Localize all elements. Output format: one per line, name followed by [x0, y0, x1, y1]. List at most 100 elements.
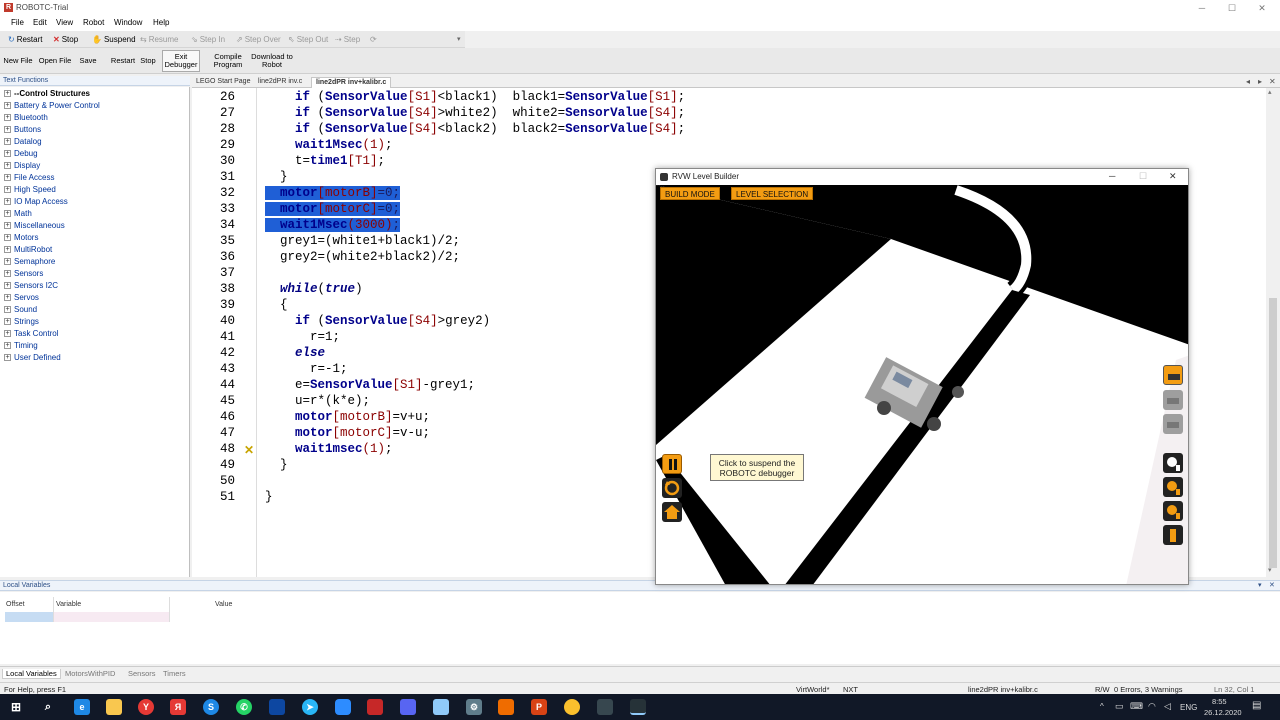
- tab-lego-start-page[interactable]: LEGO Start Page: [192, 77, 254, 88]
- code-line[interactable]: u=r*(k*e);: [265, 394, 370, 408]
- refresh-icon[interactable]: ⟳: [370, 35, 377, 44]
- tree-item[interactable]: + File Access: [4, 173, 54, 182]
- expand-icon[interactable]: +: [4, 282, 11, 289]
- menu-edit[interactable]: Edit: [33, 18, 47, 27]
- code-line[interactable]: else: [265, 346, 325, 360]
- tab-scroll-left-icon[interactable]: ◂: [1246, 77, 1250, 86]
- code-line[interactable]: if (SensorValue[S4]>white2) white2=Senso…: [265, 106, 685, 120]
- expand-icon[interactable]: +: [4, 90, 11, 97]
- open-file-button[interactable]: Open File: [37, 56, 73, 66]
- code-line[interactable]: while(true): [265, 282, 363, 296]
- camera-3-button[interactable]: [1163, 501, 1183, 521]
- code-line[interactable]: r=-1;: [265, 362, 348, 376]
- code-line[interactable]: wait1Msec(1);: [265, 138, 393, 152]
- expand-icon[interactable]: +: [4, 234, 11, 241]
- notification-icon[interactable]: ▤: [1252, 700, 1261, 711]
- tree-item[interactable]: + Timing: [4, 341, 38, 350]
- save-button[interactable]: Save: [76, 56, 100, 66]
- expand-icon[interactable]: +: [4, 102, 11, 109]
- show-button[interactable]: [1163, 365, 1183, 385]
- step-button[interactable]: ⇢ Step: [335, 35, 360, 44]
- level-selection-button[interactable]: LEVEL SELECTION: [731, 187, 814, 200]
- tray-chevron-icon[interactable]: ^: [1100, 702, 1104, 711]
- pause-button[interactable]: [662, 454, 682, 474]
- menu-file[interactable]: File: [11, 18, 24, 27]
- code-line[interactable]: motor[motorB]=v+u;: [265, 410, 430, 424]
- restart-button-main[interactable]: Restart: [109, 56, 137, 66]
- compile-program-button[interactable]: Compile Program: [211, 50, 245, 70]
- tab-motors-with-pid[interactable]: MotorsWithPID: [65, 669, 115, 678]
- table-row[interactable]: [53, 612, 170, 622]
- app-icon-blue[interactable]: [269, 699, 285, 715]
- search-icon[interactable]: ⌕: [40, 699, 56, 715]
- code-line[interactable]: motor[motorB]=0;: [265, 186, 401, 200]
- toolbar-overflow-icon[interactable]: ▾: [457, 35, 461, 43]
- tree-item[interactable]: + Motors: [4, 233, 38, 242]
- column-variable[interactable]: Variable: [56, 601, 81, 608]
- tab-scroll-right-icon[interactable]: ▸: [1258, 77, 1262, 86]
- expand-icon[interactable]: +: [4, 210, 11, 217]
- expand-icon[interactable]: +: [4, 150, 11, 157]
- warning-marker-icon[interactable]: ✕: [244, 443, 254, 457]
- tree-item[interactable]: + Sensors: [4, 269, 43, 278]
- step-over-button[interactable]: ⇗ Step Over: [236, 35, 281, 44]
- table-row-selected[interactable]: [5, 612, 53, 622]
- whatsapp-icon[interactable]: ✆: [236, 699, 252, 715]
- tree-item[interactable]: + Math: [4, 209, 32, 218]
- yandex-icon[interactable]: Я: [170, 699, 186, 715]
- menu-help[interactable]: Help: [153, 18, 169, 27]
- code-line[interactable]: grey1=(white1+black1)/2;: [265, 234, 460, 248]
- column-value[interactable]: Value: [215, 601, 232, 608]
- expand-icon[interactable]: +: [4, 186, 11, 193]
- tab-sensors[interactable]: Sensors: [128, 669, 156, 678]
- restart-button[interactable]: ↻ Restart: [8, 35, 43, 44]
- step-out-button[interactable]: ⇖ Step Out: [288, 35, 328, 44]
- add-button[interactable]: [1163, 390, 1183, 410]
- code-line[interactable]: grey2=(white2+black2)/2;: [265, 250, 460, 264]
- tree-item[interactable]: + Servos: [4, 293, 39, 302]
- minimize-button[interactable]: ─: [1187, 1, 1217, 15]
- download-to-robot-button[interactable]: Download to Robot: [249, 50, 295, 70]
- close-button[interactable]: ✕: [1247, 1, 1277, 15]
- powerpoint-icon[interactable]: P: [531, 699, 547, 715]
- resume-button[interactable]: ⇆ Resume: [140, 35, 179, 44]
- editor-vertical-scrollbar[interactable]: ▴ ▾: [1266, 88, 1280, 577]
- code-line[interactable]: {: [265, 298, 288, 312]
- tray-input-icon[interactable]: ⌨: [1130, 701, 1143, 712]
- code-line[interactable]: t=time1[T1];: [265, 154, 385, 168]
- expand-icon[interactable]: +: [4, 114, 11, 121]
- rvw-minimize-button[interactable]: ─: [1109, 171, 1115, 181]
- windows-start-icon[interactable]: ⊞: [8, 699, 24, 715]
- code-line[interactable]: }: [265, 170, 288, 184]
- expand-icon[interactable]: +: [4, 342, 11, 349]
- code-line[interactable]: if (SensorValue[S1]<black1) black1=Senso…: [265, 90, 685, 104]
- code-line[interactable]: if (SensorValue[S4]>grey2): [265, 314, 490, 328]
- code-line[interactable]: motor[motorC]=v-u;: [265, 426, 430, 440]
- code-line[interactable]: }: [265, 458, 288, 472]
- expand-icon[interactable]: +: [4, 306, 11, 313]
- expand-icon[interactable]: +: [4, 270, 11, 277]
- tree-item[interactable]: + Sensors I2C: [4, 281, 58, 290]
- code-line[interactable]: e=SensorValue[S1]-grey1;: [265, 378, 475, 392]
- app-icon-red[interactable]: [367, 699, 383, 715]
- expand-icon[interactable]: +: [4, 198, 11, 205]
- panel-pin-icon[interactable]: ▾: [1258, 581, 1262, 589]
- clear-button[interactable]: [1163, 414, 1183, 434]
- camera-4-button[interactable]: [1163, 525, 1183, 545]
- tray-volume-icon[interactable]: ◁: [1164, 701, 1171, 712]
- app-icon-orange[interactable]: [498, 699, 514, 715]
- telegram-icon[interactable]: ➤: [302, 699, 318, 715]
- tree-item[interactable]: + Battery & Power Control: [4, 101, 100, 110]
- menu-window[interactable]: Window: [114, 18, 142, 27]
- robotc-taskbar-icon[interactable]: [597, 699, 613, 715]
- tree-item[interactable]: + Display: [4, 161, 40, 170]
- tab-local-variables[interactable]: Local Variables: [2, 669, 61, 679]
- tree-item[interactable]: + Task Control: [4, 329, 58, 338]
- camera-1-button[interactable]: [1163, 453, 1183, 473]
- tray-time[interactable]: 8:55: [1212, 697, 1227, 706]
- reset-button[interactable]: [662, 478, 682, 498]
- code-line[interactable]: wait1msec(1);: [265, 442, 393, 456]
- rvw-taskbar-icon[interactable]: [630, 699, 646, 715]
- tray-language[interactable]: ENG: [1180, 703, 1197, 712]
- code-line[interactable]: }: [265, 490, 273, 504]
